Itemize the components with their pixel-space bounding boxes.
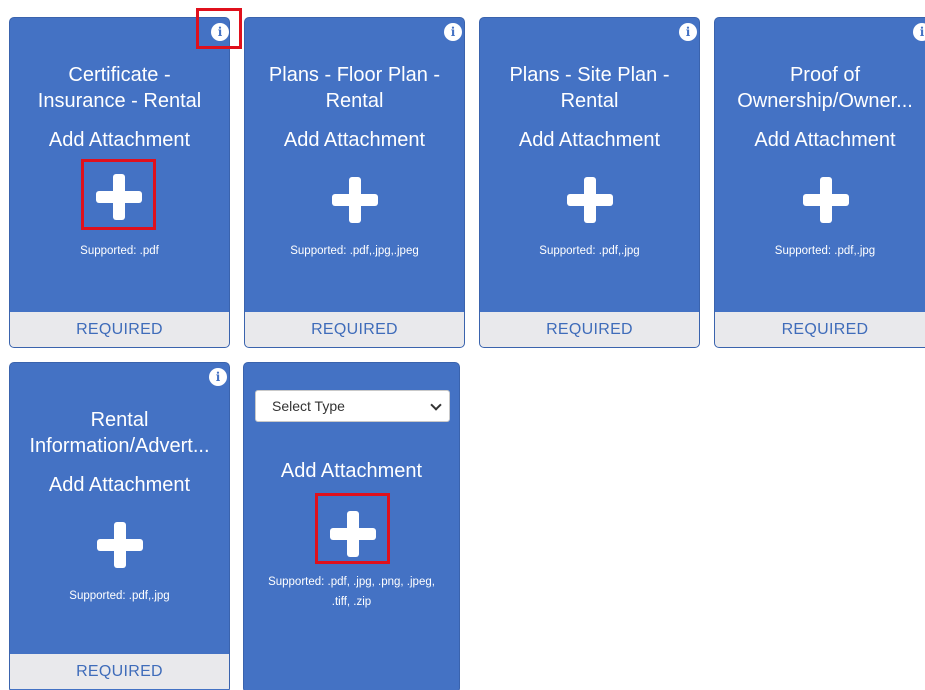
supported-formats-line: .tiff, .zip	[331, 596, 372, 608]
info-icon[interactable]: i	[211, 23, 229, 41]
supported-formats: Supported: .pdf, .jpg, .png, .jpeg, .tif…	[248, 572, 455, 612]
card-title-line: Proof of	[789, 64, 861, 86]
attachment-card-custom-type: Select Type Add Attachment Supported: .p…	[243, 362, 460, 690]
plus-icon[interactable]	[96, 174, 142, 220]
attachments-panel: i Certificate - Insurance - Rental Add A…	[0, 0, 925, 690]
required-status: REQUIRED	[480, 312, 699, 347]
attachment-card-site-plan: i Plans - Site Plan - Rental Add Attachm…	[479, 17, 700, 348]
attachment-card-certificate-insurance: i Certificate - Insurance - Rental Add A…	[9, 17, 230, 348]
card-title-line: Rental	[325, 90, 384, 112]
card-title: Certificate - Insurance - Rental	[18, 62, 221, 114]
card-title: Plans - Site Plan - Rental	[488, 62, 691, 114]
add-attachment-label: Add Attachment	[48, 129, 191, 151]
info-icon[interactable]: i	[679, 23, 697, 41]
plus-icon[interactable]	[567, 177, 613, 223]
select-type-value: Select Type	[272, 398, 345, 414]
supported-formats-line: Supported: .pdf, .jpg, .png, .jpeg,	[268, 576, 435, 588]
chevron-down-icon	[430, 399, 442, 411]
card-title-line: Plans - Floor Plan -	[268, 64, 441, 86]
plus-icon[interactable]	[330, 511, 376, 557]
add-attachment-label: Add Attachment	[280, 460, 423, 482]
info-icon[interactable]: i	[209, 368, 227, 386]
card-title-line: Information/Advert...	[29, 435, 210, 457]
attachment-card-rental-information: i Rental Information/Advert... Add Attac…	[9, 362, 230, 690]
info-icon[interactable]: i	[913, 23, 925, 41]
plus-icon[interactable]	[803, 177, 849, 223]
add-attachment-label: Add Attachment	[518, 129, 661, 151]
attachment-card-floor-plan: i Plans - Floor Plan - Rental Add Attach…	[244, 17, 465, 348]
info-icon[interactable]: i	[444, 23, 462, 41]
select-type-dropdown[interactable]: Select Type	[255, 390, 450, 422]
supported-formats: Supported: .pdf,.jpg	[774, 245, 876, 257]
required-status: REQUIRED	[245, 312, 464, 347]
card-title: Plans - Floor Plan - Rental	[253, 62, 456, 114]
attachment-card-proof-of-ownership: i Proof of Ownership/Owner... Add Attach…	[714, 17, 925, 348]
add-attachment-label: Add Attachment	[283, 129, 426, 151]
card-title-line: Insurance - Rental	[37, 90, 202, 112]
supported-formats: Supported: .pdf,.jpg	[69, 590, 170, 602]
supported-formats: Supported: .pdf,.jpg,.jpeg	[290, 245, 419, 257]
supported-formats: Supported: .pdf	[80, 245, 159, 257]
required-status: REQUIRED	[715, 312, 925, 347]
add-attachment-label: Add Attachment	[48, 474, 191, 496]
required-status: REQUIRED	[10, 312, 229, 347]
add-attachment-label: Add Attachment	[754, 129, 896, 151]
card-title-line: Plans - Site Plan -	[509, 64, 670, 86]
card-title-line: Rental	[90, 409, 149, 431]
card-title-line: Rental	[560, 90, 619, 112]
supported-formats: Supported: .pdf,.jpg	[539, 245, 640, 257]
plus-icon[interactable]	[97, 522, 143, 568]
required-status: REQUIRED	[10, 654, 229, 689]
card-title: Proof of Ownership/Owner...	[723, 62, 925, 114]
card-title-line: Ownership/Owner...	[737, 90, 913, 112]
card-title-line: Certificate -	[68, 64, 171, 86]
card-title: Rental Information/Advert...	[18, 407, 221, 459]
plus-icon[interactable]	[332, 177, 378, 223]
